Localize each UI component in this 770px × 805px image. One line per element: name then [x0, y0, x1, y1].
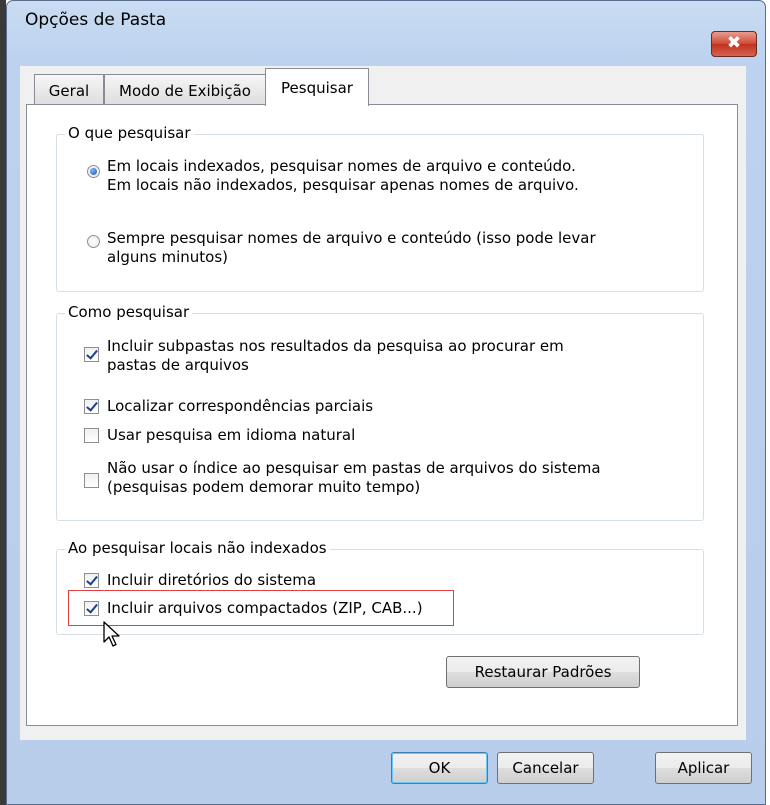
tab-label: Geral — [48, 82, 90, 100]
group-legend: Como pesquisar — [65, 303, 193, 321]
option-line: alguns minutos) — [107, 248, 228, 266]
checkbox-partial-matches[interactable] — [84, 399, 99, 414]
close-button[interactable]: ✖ — [711, 31, 757, 57]
window-title: Opções de Pasta — [25, 10, 167, 30]
option-line: (pesquisas podem demorar muito tempo) — [107, 478, 421, 496]
button-label: Aplicar — [677, 759, 730, 777]
cancel-button[interactable]: Cancelar — [497, 752, 594, 784]
option-line: Localizar correspondências parciais — [107, 397, 374, 415]
option-line: pastas de arquivos — [107, 356, 249, 374]
radio-always-search[interactable] — [87, 235, 100, 248]
checkbox-natural-language-label[interactable]: Usar pesquisa em idioma natural — [107, 426, 355, 445]
radio-indexed-locations[interactable] — [87, 165, 100, 178]
checkbox-include-system-dirs[interactable] — [84, 573, 99, 588]
group-legend: O que pesquisar — [65, 124, 194, 142]
tab-modo-de-exibicao[interactable]: Modo de Exibição — [104, 74, 266, 104]
radio-indexed-label[interactable]: Em locais indexados, pesquisar nomes de … — [107, 157, 579, 195]
option-line: Incluir subpastas nos resultados da pesq… — [107, 337, 564, 355]
option-line: Não usar o índice ao pesquisar em pastas… — [107, 459, 601, 477]
checkbox-natural-language[interactable] — [84, 428, 99, 443]
checkbox-partial-matches-label[interactable]: Localizar correspondências parciais — [107, 397, 373, 416]
close-icon: ✖ — [726, 33, 742, 53]
button-label: OK — [428, 759, 451, 777]
group-legend: Ao pesquisar locais não indexados — [65, 539, 330, 557]
tab-geral[interactable]: Geral — [34, 74, 104, 104]
option-line: Em locais não indexados, pesquisar apena… — [107, 176, 579, 194]
apply-button[interactable]: Aplicar — [655, 752, 752, 784]
checkbox-include-subfolders[interactable] — [84, 347, 99, 362]
tab-label: Pesquisar — [281, 79, 353, 97]
ok-button[interactable]: OK — [391, 752, 488, 784]
search-tab-panel: O que pesquisar Em locais indexados, pes… — [26, 104, 738, 726]
title-bar: Opções de Pasta ✖ — [7, 1, 765, 57]
checkbox-include-subfolders-label[interactable]: Incluir subpastas nos resultados da pesq… — [107, 337, 564, 375]
radio-always-search-label[interactable]: Sempre pesquisar nomes de arquivo e cont… — [107, 229, 596, 267]
option-line: Sempre pesquisar nomes de arquivo e cont… — [107, 229, 596, 247]
annotation-highlight-box — [68, 590, 454, 626]
option-line: Incluir diretórios do sistema — [107, 571, 317, 589]
restore-defaults-button[interactable]: Restaurar Padrões — [446, 656, 640, 688]
option-line: Usar pesquisa em idioma natural — [107, 426, 356, 444]
checkbox-no-index-system-label[interactable]: Não usar o índice ao pesquisar em pastas… — [107, 459, 601, 497]
button-label: Cancelar — [512, 759, 579, 777]
button-label: Restaurar Padrões — [474, 663, 612, 681]
checkbox-include-system-dirs-label[interactable]: Incluir diretórios do sistema — [107, 571, 316, 590]
tab-label: Modo de Exibição — [119, 82, 251, 100]
tab-pesquisar[interactable]: Pesquisar — [265, 68, 369, 106]
checkbox-no-index-system[interactable] — [84, 473, 99, 488]
mouse-pointer-icon — [103, 621, 120, 647]
option-line: Em locais indexados, pesquisar nomes de … — [107, 157, 576, 175]
